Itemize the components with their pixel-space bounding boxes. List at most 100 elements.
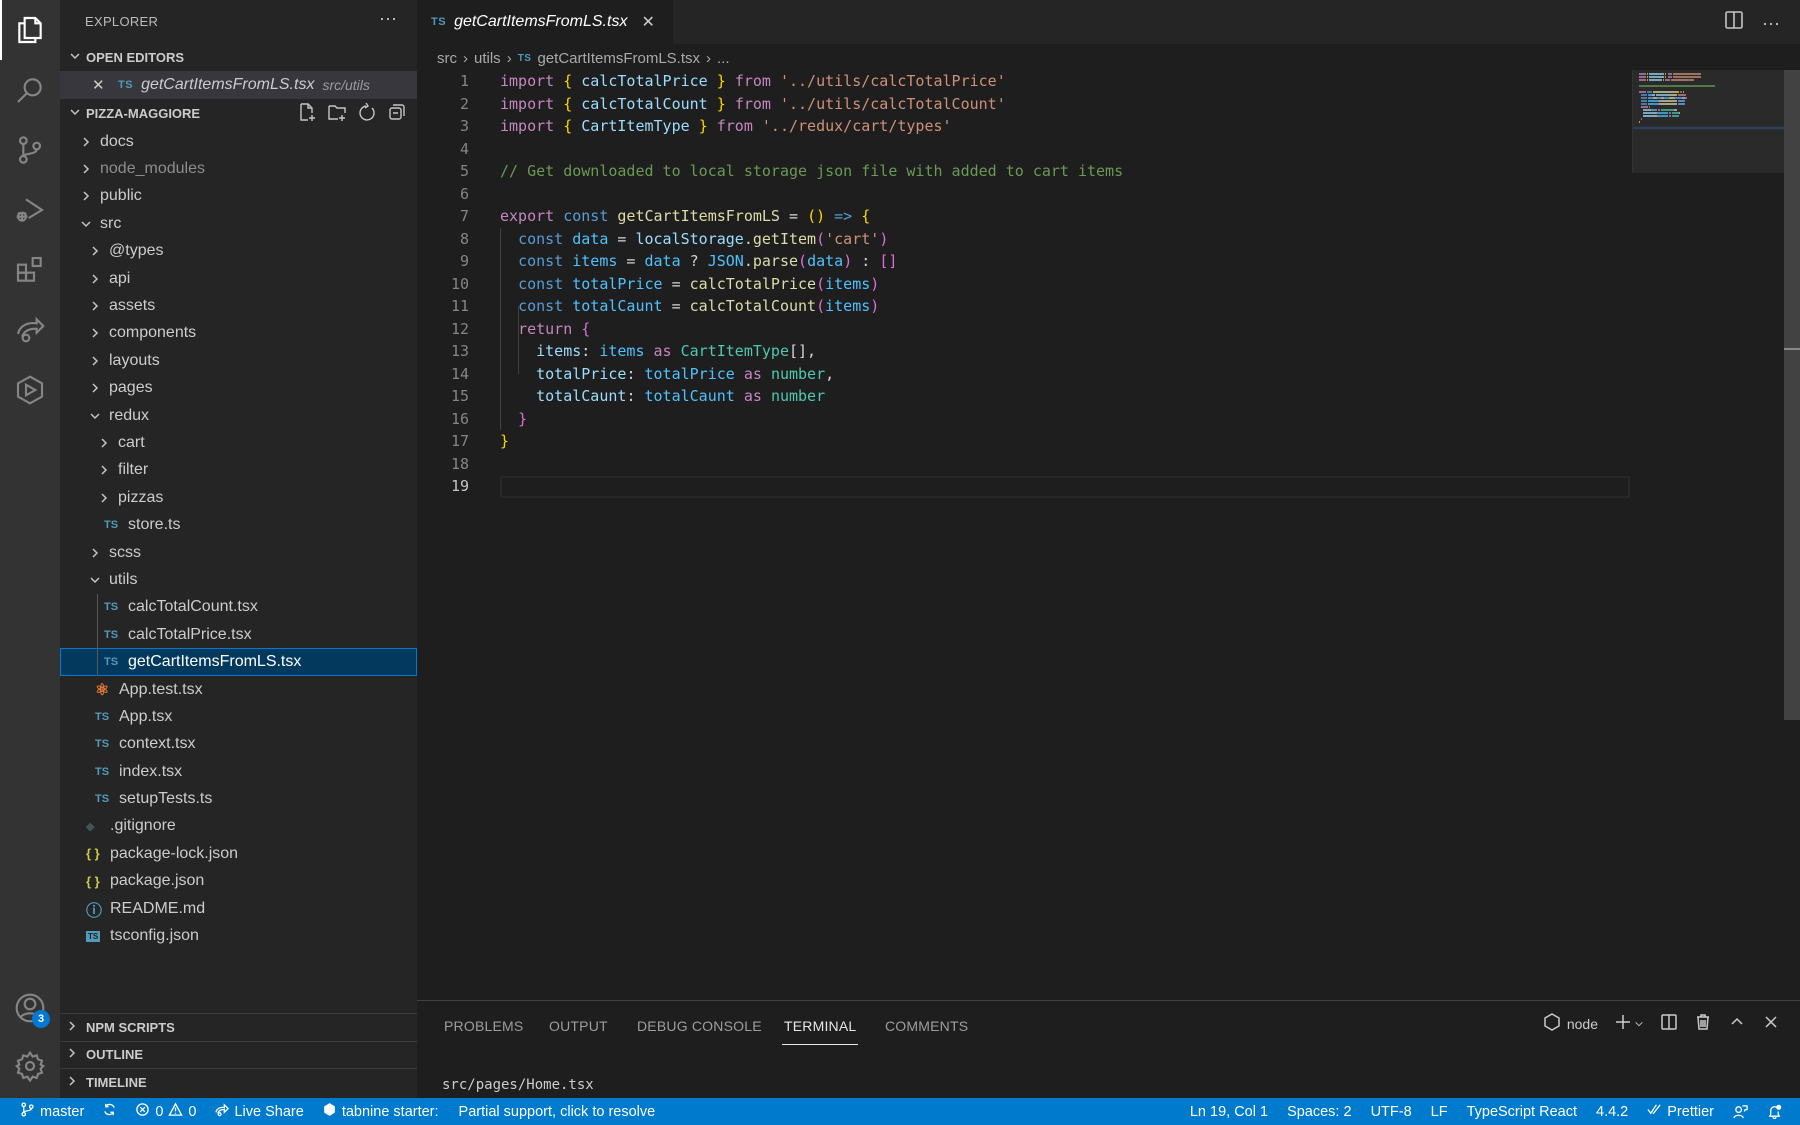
- file-item[interactable]: { } package-lock.json: [60, 840, 417, 867]
- close-panel-icon[interactable]: [1762, 1013, 1780, 1034]
- file-item[interactable]: ⚛ App.test.tsx: [60, 676, 417, 703]
- file-item[interactable]: TS calcTotalPrice.tsx: [60, 621, 417, 648]
- typescript-file-icon: TS: [118, 79, 134, 91]
- folder-item[interactable]: components: [60, 320, 417, 347]
- folder-item[interactable]: public: [60, 183, 417, 210]
- file-item[interactable]: ◆ .gitignore: [60, 813, 417, 840]
- language-mode[interactable]: TypeScript React: [1467, 1104, 1577, 1120]
- tabnine-status[interactable]: tabnine starter:: [322, 1102, 439, 1121]
- close-icon[interactable]: ✕: [92, 76, 106, 94]
- typescript-file-icon: TS: [431, 16, 447, 28]
- minimap[interactable]: [1632, 70, 1785, 173]
- file-item[interactable]: TS tsconfig.json: [60, 922, 417, 949]
- typescript-version[interactable]: 4.4.2: [1596, 1104, 1628, 1120]
- new-folder-icon[interactable]: [327, 102, 347, 125]
- open-editors-header[interactable]: OPEN EDITORS: [60, 44, 417, 70]
- folder-item[interactable]: @types: [60, 238, 417, 265]
- split-terminal-icon[interactable]: [1660, 1013, 1678, 1034]
- tab-output[interactable]: OUTPUT: [549, 1018, 608, 1034]
- live-share-status[interactable]: Live Share: [214, 1102, 304, 1121]
- code-text: const items = data ? JSON.parse(data) : …: [518, 252, 898, 271]
- settings-gear-icon[interactable]: [0, 1036, 60, 1096]
- cursor-position[interactable]: Ln 19, Col 1: [1190, 1104, 1268, 1120]
- feedback-icon[interactable]: [1733, 1104, 1748, 1119]
- double-check-icon: [1647, 1102, 1662, 1121]
- breadcrumb-item[interactable]: src: [437, 50, 457, 67]
- section-timeline[interactable]: TIMELINE: [60, 1068, 417, 1096]
- collapse-all-icon[interactable]: [387, 102, 407, 125]
- indentation[interactable]: Spaces: 2: [1287, 1104, 1352, 1120]
- project-header[interactable]: PIZZA-MAGGIORE: [60, 100, 417, 126]
- code-editor[interactable]: 1 import { calcTotalPrice } from '../util…: [417, 70, 1632, 1000]
- line-number: 14: [450, 364, 469, 383]
- tab-problems[interactable]: PROBLEMS: [444, 1018, 523, 1034]
- folder-item[interactable]: src: [60, 210, 417, 237]
- breadcrumb-item[interactable]: ...: [717, 50, 730, 67]
- folder-item[interactable]: scss: [60, 539, 417, 566]
- file-item[interactable]: TS store.ts: [60, 511, 417, 538]
- tab-getCartItemsFromLS[interactable]: TS getCartItemsFromLS.tsx ✕: [417, 0, 673, 44]
- remote-explorer-icon[interactable]: [0, 360, 60, 420]
- file-item[interactable]: TS context.tsx: [60, 731, 417, 758]
- live-share-icon[interactable]: [0, 300, 60, 360]
- explorer-icon[interactable]: [0, 0, 60, 60]
- editor-scrollbar[interactable]: [1784, 70, 1800, 720]
- more-actions-button[interactable]: ···: [379, 8, 397, 29]
- minimap-token: [1641, 100, 1647, 102]
- branch-status[interactable]: master: [20, 1102, 84, 1121]
- folder-item[interactable]: docs: [60, 128, 417, 155]
- folder-item[interactable]: node_modules: [60, 155, 417, 182]
- folder-item[interactable]: layouts: [60, 347, 417, 374]
- folder-item[interactable]: utils: [60, 566, 417, 593]
- notifications-bell-icon[interactable]: [1767, 1104, 1782, 1119]
- file-item[interactable]: { } package.json: [60, 868, 417, 895]
- tree-item-label: package-lock.json: [110, 844, 239, 862]
- section-npm-scripts[interactable]: NPM SCRIPTS: [60, 1013, 417, 1041]
- close-icon[interactable]: ✕: [641, 12, 654, 32]
- folder-item[interactable]: pizzas: [60, 484, 417, 511]
- problems-status[interactable]: 0 0: [135, 1102, 196, 1121]
- breadcrumb-item[interactable]: utils: [474, 50, 501, 67]
- search-icon[interactable]: [0, 60, 60, 120]
- code-line: 19: [417, 475, 1632, 498]
- refresh-icon[interactable]: [357, 102, 377, 125]
- minimap-token: [1641, 103, 1647, 105]
- end-of-line[interactable]: LF: [1431, 1104, 1448, 1120]
- terminal-selector[interactable]: node: [1543, 1013, 1598, 1034]
- file-item[interactable]: TS setupTests.ts: [60, 785, 417, 812]
- maximize-panel-icon[interactable]: [1728, 1013, 1746, 1034]
- tabnine-message[interactable]: Partial support, click to resolve: [459, 1104, 656, 1120]
- chevron-right-icon: [87, 355, 103, 367]
- accounts-icon[interactable]: 3: [0, 978, 60, 1038]
- split-editor-icon[interactable]: [1724, 10, 1744, 35]
- file-item[interactable]: TS calcTotalCount.tsx: [60, 594, 417, 621]
- tab-terminal[interactable]: TERMINAL: [781, 1018, 859, 1045]
- sync-button[interactable]: [102, 1102, 117, 1121]
- encoding[interactable]: UTF-8: [1371, 1104, 1412, 1120]
- trash-icon[interactable]: [1694, 1013, 1712, 1034]
- section-outline[interactable]: OUTLINE: [60, 1040, 417, 1069]
- more-actions-icon[interactable]: ···: [1762, 13, 1780, 33]
- file-item[interactable]: ⓘ README.md: [60, 895, 417, 922]
- code-line: 14 totalPrice: totalPrice as number,: [417, 363, 1632, 386]
- new-terminal-button[interactable]: [1614, 1013, 1644, 1034]
- folder-item[interactable]: api: [60, 265, 417, 292]
- folder-item[interactable]: redux: [60, 402, 417, 429]
- tab-debug-console[interactable]: DEBUG CONSOLE: [637, 1018, 762, 1034]
- file-item[interactable]: TS index.tsx: [60, 758, 417, 785]
- folder-item[interactable]: cart: [60, 429, 417, 456]
- file-item[interactable]: TS App.tsx: [60, 703, 417, 730]
- source-control-icon[interactable]: [0, 120, 60, 180]
- folder-item[interactable]: assets: [60, 292, 417, 319]
- breadcrumb-item[interactable]: getCartItemsFromLS.tsx: [537, 50, 700, 67]
- new-file-icon[interactable]: [297, 102, 317, 125]
- prettier-status[interactable]: Prettier: [1647, 1102, 1714, 1121]
- folder-item[interactable]: pages: [60, 375, 417, 402]
- open-editor-item[interactable]: ✕ TS getCartItemsFromLS.tsx src/utils: [60, 71, 417, 99]
- extensions-icon[interactable]: [0, 240, 60, 300]
- run-debug-icon[interactable]: [0, 180, 60, 240]
- tab-comments[interactable]: COMMENTS: [885, 1018, 968, 1034]
- file-item[interactable]: TS getCartItemsFromLS.tsx: [60, 648, 417, 676]
- line-number: 5: [459, 162, 469, 181]
- folder-item[interactable]: filter: [60, 457, 417, 484]
